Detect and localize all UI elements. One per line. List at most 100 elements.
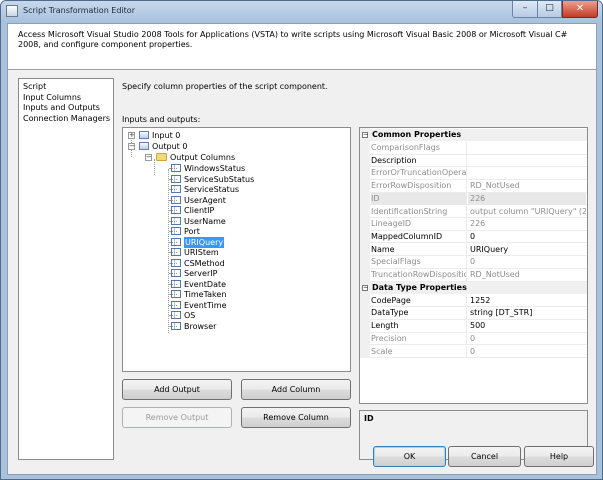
dialog-window: Script Transformation Editor – □ ✕ Acces… [0, 0, 603, 480]
property-value: 0 [470, 346, 476, 356]
property-name: MappedColumnID [371, 230, 467, 243]
nav-item-input-columns[interactable]: Input Columns [19, 93, 113, 104]
close-button[interactable]: ✕ [562, 1, 598, 18]
ok-button[interactable]: OK [373, 446, 446, 467]
property-name: Length [371, 320, 467, 333]
property-name: Description [371, 154, 467, 167]
page-nav-list: Script Input Columns Inputs and Outputs … [18, 78, 114, 460]
tree-node-column[interactable]: TimeTaken [123, 289, 263, 300]
property-category[interactable]: − Common Properties [360, 129, 587, 141]
collapse-category-icon[interactable]: − [362, 284, 368, 291]
tree-node-column-label: CSMethod [184, 258, 225, 268]
property-row[interactable]: Scale 0 [370, 345, 587, 358]
property-name: LineageID [371, 218, 467, 231]
property-name: ErrorRowDisposition [371, 180, 467, 193]
tree-node-column-label: OS [184, 311, 196, 320]
property-value: RD_NotUsed [470, 181, 520, 191]
tree-node-column[interactable]: ServerIP [123, 268, 263, 279]
property-row[interactable]: TruncationRowDisposition RD_NotUsed [370, 269, 587, 282]
expand-input-icon[interactable]: + [128, 132, 135, 139]
nav-item-inputs-and-outputs[interactable]: Inputs and Outputs [19, 103, 113, 114]
tree-node-column[interactable]: ServiceStatus [123, 184, 263, 195]
cancel-button[interactable]: Cancel [448, 446, 521, 467]
nav-item-script[interactable]: Script [19, 82, 113, 93]
tree-node-column[interactable]: Port [123, 226, 263, 237]
tree-node-column-label: UserAgent [184, 195, 226, 205]
inputs-outputs-label: Inputs and outputs: [122, 115, 201, 124]
remove-column-button[interactable]: Remove Column [241, 407, 351, 428]
property-value[interactable]: 1252 [468, 295, 586, 307]
dialog-client-area: Access Microsoft Visual Studio 2008 Tool… [7, 23, 597, 475]
property-row[interactable]: ID 226 [370, 192, 587, 206]
property-row[interactable]: Precision 0 [370, 332, 587, 346]
property-value[interactable]: string [DT_STR] [468, 307, 586, 319]
remove-output-button[interactable]: Remove Output [122, 407, 232, 428]
property-value[interactable]: URIQuery [468, 244, 586, 256]
tree-node-column[interactable]: URIStem [123, 247, 263, 258]
collapse-output-icon[interactable]: − [128, 143, 135, 150]
property-name: ID [371, 192, 467, 205]
tree-node-column[interactable]: ClientIP [123, 205, 263, 216]
tree-node-column-label: Browser [184, 321, 217, 331]
tree-node-column[interactable]: UserAgent [123, 195, 263, 206]
collapse-output-columns-icon[interactable]: − [145, 154, 152, 161]
property-row[interactable]: IdentificationString output column "URIQu… [370, 205, 587, 218]
property-value[interactable]: 500 [468, 320, 586, 332]
tree-node-column-label: ServerIP [184, 269, 218, 278]
tree-node-column[interactable]: EventTime [123, 300, 263, 311]
tree-node-column-label: URIStem [184, 248, 219, 257]
inputs-outputs-tree[interactable]: + Input 0 − Output 0 − Output Columns Wi… [122, 127, 351, 372]
property-name: SpecialFlags [371, 256, 467, 269]
property-name: ComparisonFlags [371, 142, 467, 154]
tree-node-column[interactable]: OS [123, 310, 263, 321]
tree-node-column-label: WindowsStatus [184, 164, 246, 173]
collapse-category-icon[interactable]: − [362, 132, 368, 138]
tree-node-input-label: Input 0 [152, 131, 181, 140]
tree-node-column-label: ServiceStatus [184, 185, 240, 194]
title-bar[interactable]: Script Transformation Editor – □ ✕ [1, 1, 602, 22]
property-category-title: Common Properties [372, 130, 462, 139]
nav-item-connection-managers[interactable]: Connection Managers [19, 114, 113, 125]
output-icon [139, 142, 149, 150]
property-name: Name [371, 243, 467, 256]
property-row[interactable]: DataType string [DT_STR] [370, 307, 587, 320]
tree-node-column[interactable]: URIQuery [123, 236, 263, 248]
tree-node-column[interactable]: CSMethod [123, 258, 263, 269]
add-column-button[interactable]: Add Column [241, 379, 351, 400]
property-row[interactable]: Name URIQuery [370, 243, 587, 257]
tree-node-column[interactable]: EventDate [123, 279, 263, 290]
property-row[interactable]: ComparisonFlags [370, 142, 587, 155]
tree-node-output-label: Output 0 [152, 142, 188, 151]
tree-node-column[interactable]: ServiceSubStatus [123, 174, 263, 185]
maximize-button[interactable]: □ [538, 1, 562, 18]
tree-node-column-label: ClientIP [184, 206, 215, 215]
tree-node-output-columns[interactable]: − Output Columns [123, 152, 263, 163]
property-value: output column "URIQuery" (226) [470, 206, 586, 216]
property-row[interactable]: LineageID 226 [370, 218, 587, 231]
tree-node-output[interactable]: − Output 0 [123, 141, 243, 152]
property-row[interactable]: Length 500 [370, 320, 587, 333]
input-icon [139, 131, 149, 139]
property-row[interactable]: ErrorRowDisposition RD_NotUsed [370, 180, 587, 193]
tree-node-column[interactable]: WindowsStatus [123, 163, 263, 174]
tree-node-input[interactable]: + Input 0 [123, 130, 243, 141]
property-row[interactable]: SpecialFlags 0 [370, 256, 587, 269]
help-button[interactable]: Help [524, 446, 594, 467]
add-output-button[interactable]: Add Output [122, 379, 232, 400]
property-row[interactable]: ErrorOrTruncationOperation [370, 167, 587, 180]
property-value[interactable] [468, 155, 586, 167]
header-description: Access Microsoft Visual Studio 2008 Tool… [18, 30, 568, 49]
property-category[interactable]: − Data Type Properties [360, 281, 587, 294]
property-value: 0 [470, 257, 476, 267]
property-row[interactable]: CodePage 1252 [370, 294, 587, 308]
property-value[interactable]: 0 [468, 231, 586, 243]
property-name: ErrorOrTruncationOperation [371, 167, 467, 180]
property-name: IdentificationString [371, 205, 467, 218]
property-name: Scale [371, 345, 467, 358]
property-row[interactable]: Description [370, 154, 587, 168]
property-row[interactable]: MappedColumnID 0 [370, 230, 587, 244]
tree-node-column[interactable]: Browser [123, 321, 263, 332]
tree-node-column[interactable]: UserName [123, 216, 263, 227]
property-grid[interactable]: − Common Properties ComparisonFlags Descrip… [359, 127, 588, 404]
minimize-button[interactable]: – [512, 1, 538, 18]
